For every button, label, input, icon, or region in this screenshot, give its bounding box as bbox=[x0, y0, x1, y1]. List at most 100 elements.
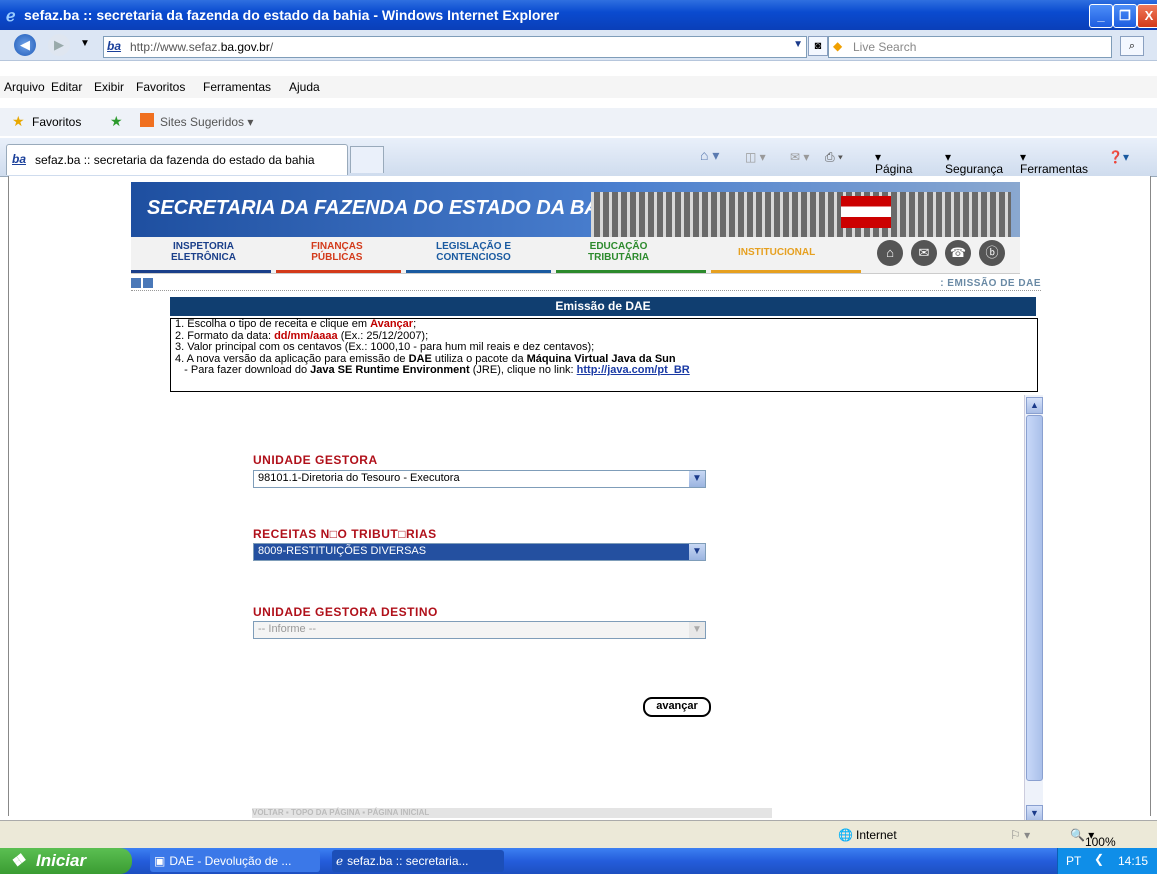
menu-ferramentas[interactable]: Ferramentas bbox=[203, 80, 271, 94]
scroll-thumb[interactable] bbox=[1026, 415, 1043, 781]
menu-bar: Arquivo Editar Exibir Favoritos Ferramen… bbox=[0, 76, 1157, 98]
unidade-gestora-select[interactable]: 98101.1-Diretoria do Tesouro - Executora… bbox=[253, 470, 706, 488]
instruction-5: - Para fazer download do Java SE Runtime… bbox=[175, 364, 690, 376]
tab-label: sefaz.ba :: secretaria da fazenda do est… bbox=[35, 153, 315, 167]
breadcrumb-text: : EMISSÃO DE DAE bbox=[940, 278, 1041, 289]
start-button[interactable]: ❖ Iniciar bbox=[0, 848, 132, 874]
address-toolbar: ◀ ▶ ▼ ba http://www.sefaz.ba.gov.br/ ▼ ◙… bbox=[0, 30, 1157, 61]
tray-arrow-icon[interactable]: ❮ bbox=[1094, 852, 1104, 866]
sites-sugeridos-icon bbox=[140, 113, 154, 127]
ie-icon: ℯ bbox=[6, 8, 16, 25]
search-button[interactable]: ⌕ bbox=[1120, 36, 1144, 56]
taskbar-button-dae[interactable]: ▣ DAE - Devolução de ... bbox=[150, 850, 320, 872]
taskbar: ❖ Iniciar ▣ DAE - Devolução de ... ℯ sefaz… bbox=[0, 848, 1157, 874]
sites-sugeridos-button[interactable]: Sites Sugeridos ▾ bbox=[160, 115, 253, 129]
chevron-down-icon[interactable]: ▼ bbox=[689, 622, 705, 638]
print-icon[interactable]: ⎙ ▾ bbox=[825, 150, 843, 165]
menu-editar[interactable]: Editar bbox=[51, 80, 82, 94]
chevron-down-icon[interactable]: ▼ bbox=[689, 471, 705, 487]
footer-voltar[interactable]: VOLTAR bbox=[252, 808, 284, 817]
clock: 14:15 bbox=[1118, 854, 1149, 868]
nav-bar-legislacao bbox=[406, 270, 551, 273]
footer-links: VOLTAR ▪ TOPO DA PÁGINA ▪ PÁGINA INICIAL bbox=[252, 808, 772, 818]
site-nav: INSPETORIA ELETRÔNICA FINANÇAS PÚBLICAS LE… bbox=[131, 237, 1020, 274]
phone-site-icon[interactable]: ☎ bbox=[945, 240, 971, 266]
menu-favoritos[interactable]: Favoritos bbox=[136, 80, 185, 94]
windows-logo-icon: ❖ bbox=[10, 851, 26, 870]
command-ferramentas[interactable]: Ferramentas ▾ bbox=[1020, 150, 1088, 176]
favorites-star-icon: ★ bbox=[12, 113, 25, 129]
forward-button[interactable]: ▶ bbox=[48, 34, 70, 56]
home-crumb-icon[interactable] bbox=[143, 278, 153, 288]
instructions-box: 1. Escolha o tipo de receita e clique em… bbox=[170, 318, 1038, 392]
restore-button[interactable]: ❐ bbox=[1113, 4, 1137, 28]
java-link[interactable]: http://java.com/pt_BR bbox=[577, 364, 690, 376]
protected-mode-icon[interactable]: ⚐ ▾ bbox=[1010, 828, 1030, 842]
status-bar: 🌐 Internet ⚐ ▾ 🔍 100% ▾ bbox=[0, 820, 1157, 849]
tab-bar: ba sefaz.ba :: secretaria da fazenda do … bbox=[0, 138, 1157, 177]
zoom-level[interactable]: 🔍 100% ▾ bbox=[1070, 828, 1116, 849]
menu-arquivo[interactable]: Arquivo bbox=[4, 80, 45, 94]
unidade-gestora-value: 98101.1-Diretoria do Tesouro - Executora bbox=[258, 472, 460, 484]
window-title: sefaz.ba :: secretaria da fazenda do est… bbox=[24, 7, 560, 23]
nav-bar-educacao bbox=[556, 270, 706, 273]
tab-favicon: ba bbox=[12, 152, 27, 166]
search-box[interactable]: ◆ Live Search bbox=[828, 36, 1112, 58]
nav-educacao[interactable]: EDUCAÇÃO TRIBUTÁRIA bbox=[588, 241, 649, 263]
zone-text: Internet bbox=[856, 828, 897, 842]
ie-taskbar-icon: ℯ bbox=[336, 854, 344, 868]
address-bar[interactable]: ba http://www.sefaz.ba.gov.br/ ▼ bbox=[103, 36, 807, 58]
window-title-bar: ℯ sefaz.ba :: secretaria da fazenda do e… bbox=[0, 0, 1157, 30]
accessibility-site-icon[interactable]: ⓑ bbox=[979, 240, 1005, 266]
compat-view-icon[interactable]: ◙ bbox=[808, 36, 828, 56]
nav-legislacao[interactable]: LEGISLAÇÃO E CONTENCIOSO bbox=[436, 241, 511, 263]
globe-icon: 🌐 bbox=[838, 828, 853, 842]
nav-inspetoria[interactable]: INSPETORIA ELETRÔNICA bbox=[171, 241, 236, 263]
tab-sefaz[interactable]: ba sefaz.ba :: secretaria da fazenda do … bbox=[6, 144, 348, 175]
menu-exibir[interactable]: Exibir bbox=[94, 80, 124, 94]
new-tab-button[interactable] bbox=[350, 146, 384, 173]
system-tray: PT ❮ 14:15 bbox=[1057, 848, 1157, 874]
chevron-down-icon[interactable]: ▼ bbox=[689, 544, 705, 560]
mail-icon[interactable]: ✉ ▾ bbox=[790, 150, 809, 164]
command-seguranca[interactable]: Segurança ▾ bbox=[945, 150, 1003, 176]
avancar-button[interactable]: avançar bbox=[643, 697, 711, 717]
receitas-value: 8009-RESTITUIÇÕES DIVERSAS bbox=[258, 545, 427, 557]
menu-ajuda[interactable]: Ajuda bbox=[289, 80, 320, 94]
footer-topo[interactable]: TOPO DA PÁGINA bbox=[291, 808, 360, 817]
close-button[interactable]: X bbox=[1137, 4, 1157, 28]
history-dropdown-icon[interactable]: ▼ bbox=[80, 38, 90, 49]
favorites-bar: ★ Favoritos ★ Sites Sugeridos ▾ bbox=[0, 108, 1157, 136]
feeds-icon[interactable]: ◫ ▾ bbox=[745, 150, 766, 164]
language-indicator[interactable]: PT bbox=[1066, 854, 1081, 868]
command-pagina[interactable]: Página ▾ bbox=[875, 150, 912, 176]
home-icon[interactable]: ⌂ ▾ bbox=[700, 147, 719, 164]
font-increase-icon[interactable] bbox=[131, 278, 141, 288]
live-search-icon: ◆ bbox=[833, 39, 843, 53]
receitas-select[interactable]: 8009-RESTITUIÇÕES DIVERSAS ▼ bbox=[253, 543, 706, 561]
add-favorite-icon[interactable]: ★ bbox=[110, 113, 123, 130]
nav-institucional[interactable]: INSTITUCIONAL bbox=[738, 247, 815, 258]
help-icon[interactable]: ❓▾ bbox=[1108, 150, 1129, 164]
search-placeholder: Live Search bbox=[853, 40, 917, 54]
back-button[interactable]: ◀ bbox=[14, 34, 36, 56]
form-title: Emissão de DAE bbox=[170, 297, 1036, 316]
footer-inicial[interactable]: PÁGINA INICIAL bbox=[367, 808, 429, 817]
unidade-gestora-label: UNIDADE GESTORA bbox=[253, 453, 378, 467]
flag-image bbox=[841, 196, 891, 228]
nav-bar-financas bbox=[276, 270, 401, 273]
page-scrollbar[interactable]: ▲ ▼ bbox=[1024, 395, 1043, 825]
destino-label: UNIDADE GESTORA DESTINO bbox=[253, 605, 438, 619]
mail-site-icon[interactable]: ✉ bbox=[911, 240, 937, 266]
favoritos-button[interactable]: Favoritos bbox=[32, 115, 81, 129]
nav-bar-inspetoria bbox=[131, 270, 271, 273]
scroll-up-icon[interactable]: ▲ bbox=[1026, 397, 1043, 414]
destino-select[interactable]: -- Informe -- ▼ bbox=[253, 621, 706, 639]
destino-value: -- Informe -- bbox=[258, 623, 317, 635]
minimize-button[interactable]: _ bbox=[1089, 4, 1113, 28]
home-site-icon[interactable]: ⌂ bbox=[877, 240, 903, 266]
address-dropdown-icon[interactable]: ▼ bbox=[793, 39, 803, 50]
nav-financas[interactable]: FINANÇAS PÚBLICAS bbox=[311, 241, 363, 263]
taskbar-button-sefaz[interactable]: ℯ sefaz.ba :: secretaria... bbox=[332, 850, 504, 872]
breadcrumb: : EMISSÃO DE DAE bbox=[131, 278, 1041, 291]
